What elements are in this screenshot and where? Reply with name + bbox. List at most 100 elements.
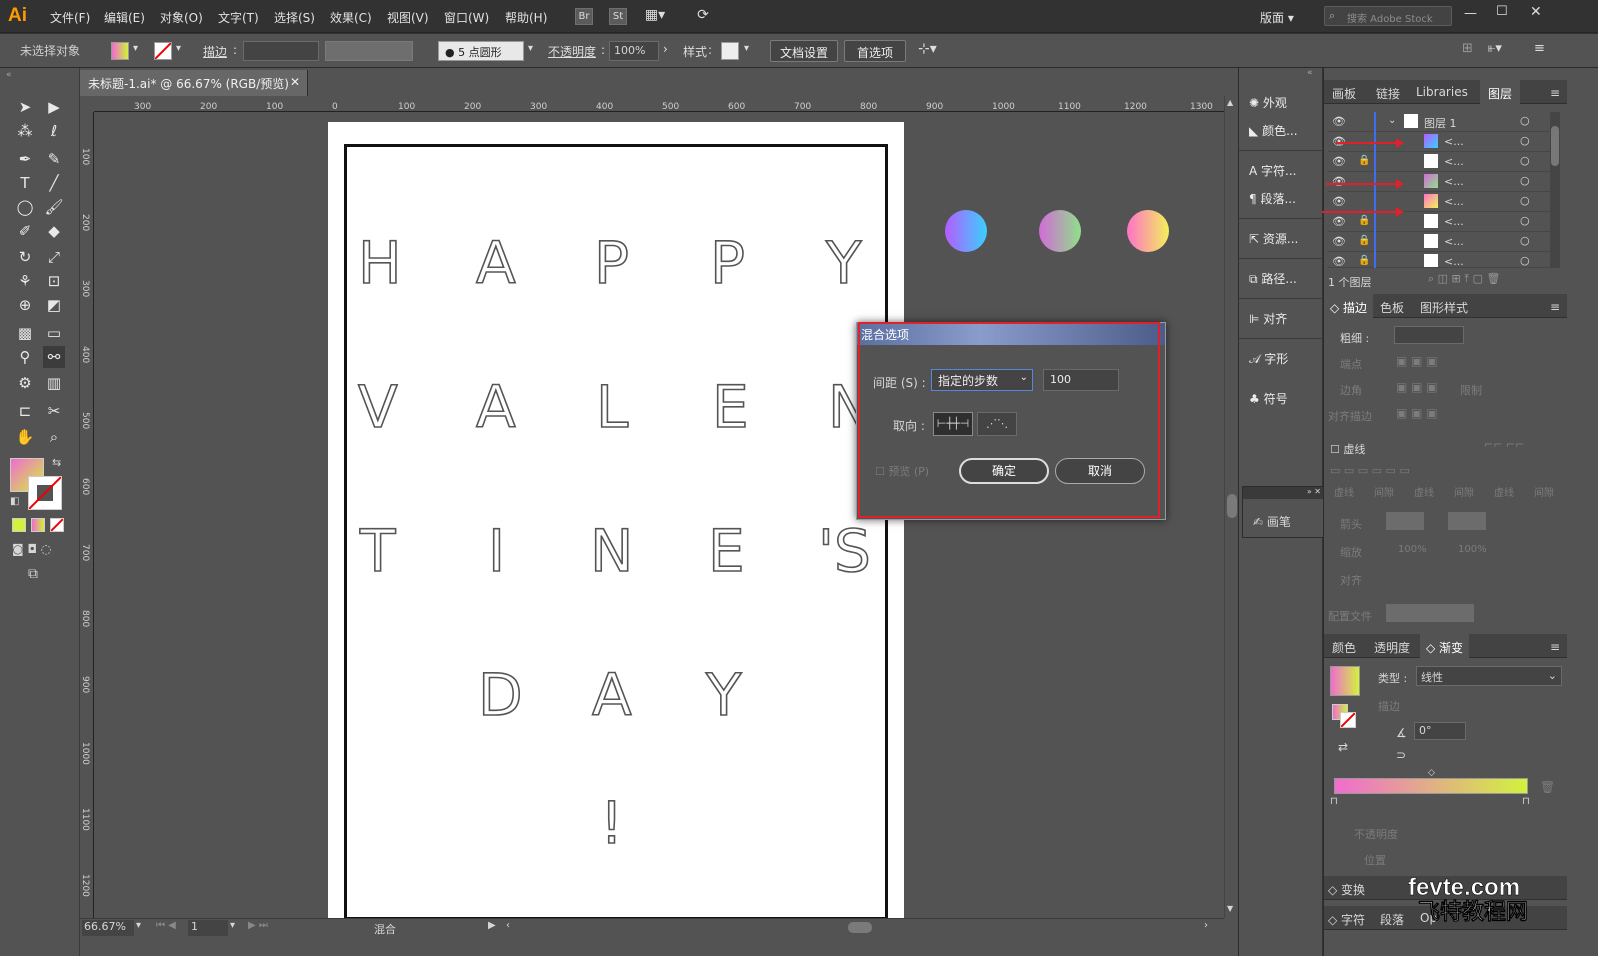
brush-definition[interactable]: ● 5 点圆形: [438, 41, 524, 61]
brush-dropdown-icon[interactable]: ▾: [528, 43, 533, 54]
menu-type[interactable]: 文字(T): [218, 9, 259, 26]
delete-stop-icon[interactable]: 🗑: [1540, 780, 1555, 794]
target-icon[interactable]: ○: [1520, 214, 1530, 227]
visibility-icon[interactable]: 👁: [1332, 155, 1346, 168]
lock-icon[interactable]: 🔒: [1358, 255, 1370, 266]
fill-dropdown-icon[interactable]: ▾: [133, 43, 138, 54]
document-setup-button[interactable]: 文档设置: [770, 40, 838, 62]
tab-swatches[interactable]: 色板: [1380, 299, 1404, 316]
visibility-icon[interactable]: 👁: [1332, 235, 1346, 248]
default-colors-icon[interactable]: ◧: [10, 496, 19, 507]
gradient-circle[interactable]: [945, 210, 987, 252]
target-icon[interactable]: ○: [1520, 134, 1530, 147]
letter-outline[interactable]: L: [595, 377, 629, 437]
reverse-gradient-icon[interactable]: ⇄: [1338, 740, 1348, 754]
lasso-icon[interactable]: ℓ: [43, 120, 65, 142]
close-tab-icon[interactable]: ✕: [290, 75, 300, 89]
gradient-stop-left[interactable]: ⊓: [1330, 796, 1338, 807]
zoom-tool-icon[interactable]: ⌕: [43, 426, 65, 448]
lock-icon[interactable]: 🔒: [1358, 215, 1370, 226]
stock-button[interactable]: St: [609, 8, 627, 25]
tab-layers[interactable]: 图层: [1480, 80, 1521, 104]
type-tool-icon[interactable]: T: [14, 172, 36, 194]
scroll-thumb[interactable]: [1227, 494, 1237, 518]
magic-wand-icon[interactable]: ⁂: [14, 120, 36, 142]
menu-window[interactable]: 窗口(W): [444, 9, 489, 26]
scroll-up-icon[interactable]: ▲: [1227, 98, 1233, 107]
column-graph-icon[interactable]: ▥: [43, 372, 65, 394]
layers-menu-icon[interactable]: ≡: [1550, 86, 1560, 100]
arrange-documents-icon[interactable]: ▦▾: [642, 8, 668, 25]
letter-outline[interactable]: N: [589, 521, 634, 581]
sublayer-row[interactable]: 👁 <... ○: [1328, 172, 1554, 192]
menu-object[interactable]: 对象(O): [160, 9, 203, 26]
gradient-circle[interactable]: [1127, 210, 1169, 252]
letter-outline[interactable]: A: [591, 665, 632, 725]
zoom-dropdown-icon[interactable]: ▾: [136, 920, 141, 931]
line-tool-icon[interactable]: ╱: [43, 172, 65, 194]
preferences-button[interactable]: 首选项: [844, 40, 906, 62]
vertical-scrollbar[interactable]: ▲ ▼: [1224, 96, 1238, 918]
profile-select[interactable]: [1386, 604, 1474, 622]
stock-search[interactable]: ⌕ 搜索 Adobe Stock: [1324, 6, 1452, 26]
sublayer-row[interactable]: 👁 🔒 <... ○: [1328, 232, 1554, 252]
menu-select[interactable]: 选择(S): [274, 9, 315, 26]
align-panel-button[interactable]: ⊫ 对齐: [1249, 310, 1323, 332]
cap-buttons[interactable]: ▣ ▣ ▣: [1396, 354, 1438, 368]
angle-input[interactable]: 0°: [1414, 722, 1466, 740]
dashed-line-checkbox[interactable]: ☐ 虚线: [1330, 441, 1365, 457]
slice-tool-icon[interactable]: ✂: [43, 400, 65, 422]
fill-swatch[interactable]: [111, 42, 129, 60]
gradient-thumbnail[interactable]: [1330, 666, 1360, 696]
visibility-icon[interactable]: 👁: [1332, 215, 1346, 228]
ellipse-tool-icon[interactable]: ◯: [14, 196, 36, 218]
warp-icon[interactable]: ⚘: [14, 270, 36, 292]
lock-icon[interactable]: 🔒: [1358, 155, 1370, 166]
tab-artboards[interactable]: 画板: [1332, 85, 1356, 102]
paintbrush-icon[interactable]: 🖌: [43, 196, 65, 218]
collapse-tools-icon[interactable]: «: [6, 70, 12, 80]
none-mode-icon[interactable]: [50, 518, 64, 532]
stroke-label[interactable]: 描边: [203, 43, 227, 60]
tab-paragraph[interactable]: 段落: [1380, 911, 1404, 928]
gradient-type-select[interactable]: 线性 ⌄: [1416, 666, 1562, 686]
target-icon[interactable]: ○: [1520, 254, 1530, 267]
color-panel-button[interactable]: ◣ 颜色...: [1249, 122, 1323, 144]
tab-links[interactable]: 链接: [1376, 85, 1400, 102]
dash-align-icons[interactable]: ⌐⌐ ⌐⌐: [1484, 438, 1524, 451]
glyphs-panel-button[interactable]: 𝒜 字形: [1249, 350, 1323, 372]
opacity-arrow-icon[interactable]: ›: [663, 42, 668, 56]
menu-edit[interactable]: 编辑(E): [104, 9, 145, 26]
variable-width-profile[interactable]: [325, 41, 413, 61]
appearance-panel-button[interactable]: ✺ 外观: [1249, 94, 1323, 116]
tab-transparency[interactable]: 透明度: [1374, 639, 1410, 656]
scale-end[interactable]: 100%: [1458, 544, 1487, 555]
shape-builder-icon[interactable]: ⊕: [14, 294, 36, 316]
assets-panel-button[interactable]: ⇱ 资源...: [1249, 230, 1323, 252]
stroke-swatch[interactable]: [154, 42, 172, 60]
free-transform-icon[interactable]: ⊡: [43, 270, 65, 292]
sublayer-row[interactable]: 👁 🔒 <... ○: [1328, 152, 1554, 172]
gradient-mode-icon[interactable]: [31, 518, 45, 532]
tab-color[interactable]: 颜色: [1332, 639, 1356, 656]
direct-selection-icon[interactable]: ▶: [43, 96, 65, 118]
h-scroll-thumb[interactable]: [848, 922, 872, 933]
stroke-color-swatch[interactable]: [28, 476, 62, 510]
stroke-dropdown-icon[interactable]: ▾: [176, 43, 181, 54]
tab-gradient[interactable]: ◇ 渐变: [1420, 634, 1470, 658]
symbol-sprayer-icon[interactable]: ⚙: [14, 372, 36, 394]
layers-scroll-thumb[interactable]: [1551, 126, 1559, 166]
layers-scrollbar[interactable]: [1550, 112, 1560, 268]
brush-panel-header[interactable]: » ✕: [1243, 487, 1325, 499]
bridge-button[interactable]: Br: [575, 8, 593, 25]
scroll-right-icon[interactable]: ›: [1204, 920, 1208, 931]
visibility-icon[interactable]: 👁: [1332, 175, 1346, 188]
status-menu-icon[interactable]: ▶: [488, 920, 496, 931]
perspective-icon[interactable]: ◩: [43, 294, 65, 316]
transform-icon[interactable]: ⊞: [1462, 41, 1473, 56]
shaper-icon[interactable]: ✐: [14, 220, 36, 242]
tab-transform[interactable]: ◇ 变换: [1328, 881, 1365, 898]
close-icon[interactable]: ✕: [1530, 4, 1542, 20]
letter-outline[interactable]: 'S: [817, 521, 871, 581]
visibility-icon[interactable]: 👁: [1332, 115, 1346, 128]
